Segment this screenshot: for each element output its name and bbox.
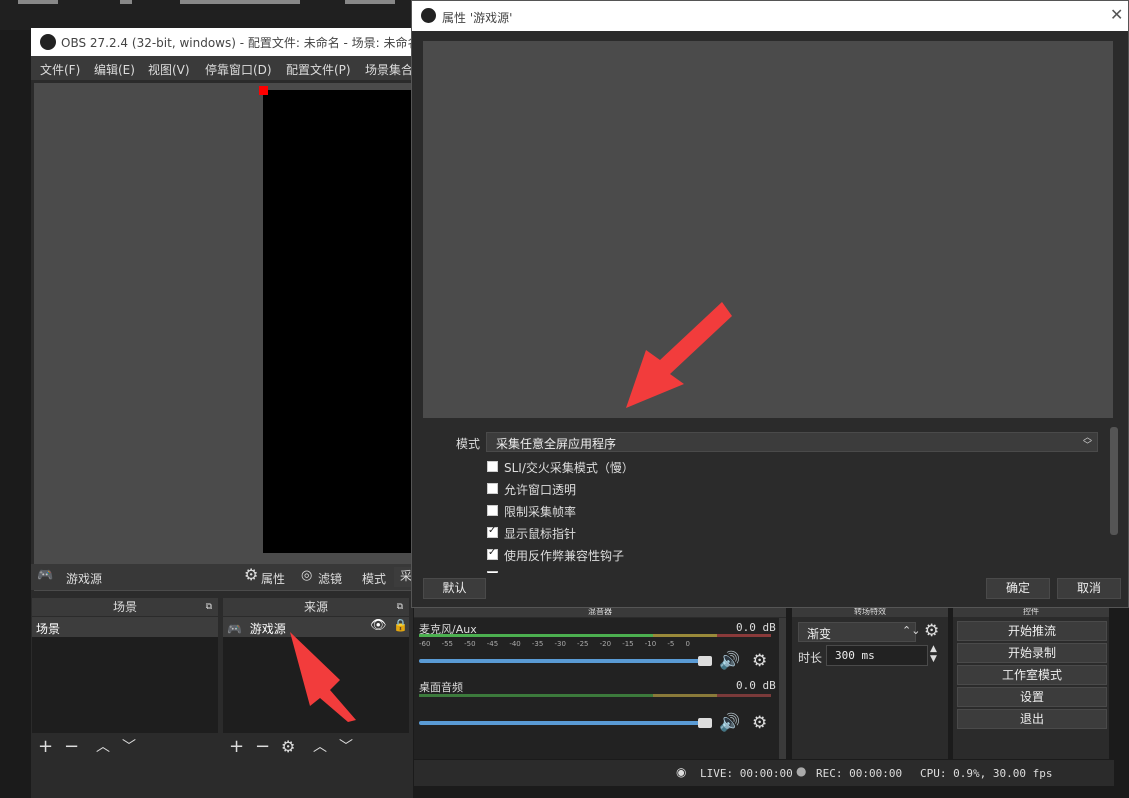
red-arrow-icon xyxy=(626,302,732,408)
red-arrow-icon xyxy=(290,632,356,722)
annotation-layer xyxy=(290,302,732,722)
